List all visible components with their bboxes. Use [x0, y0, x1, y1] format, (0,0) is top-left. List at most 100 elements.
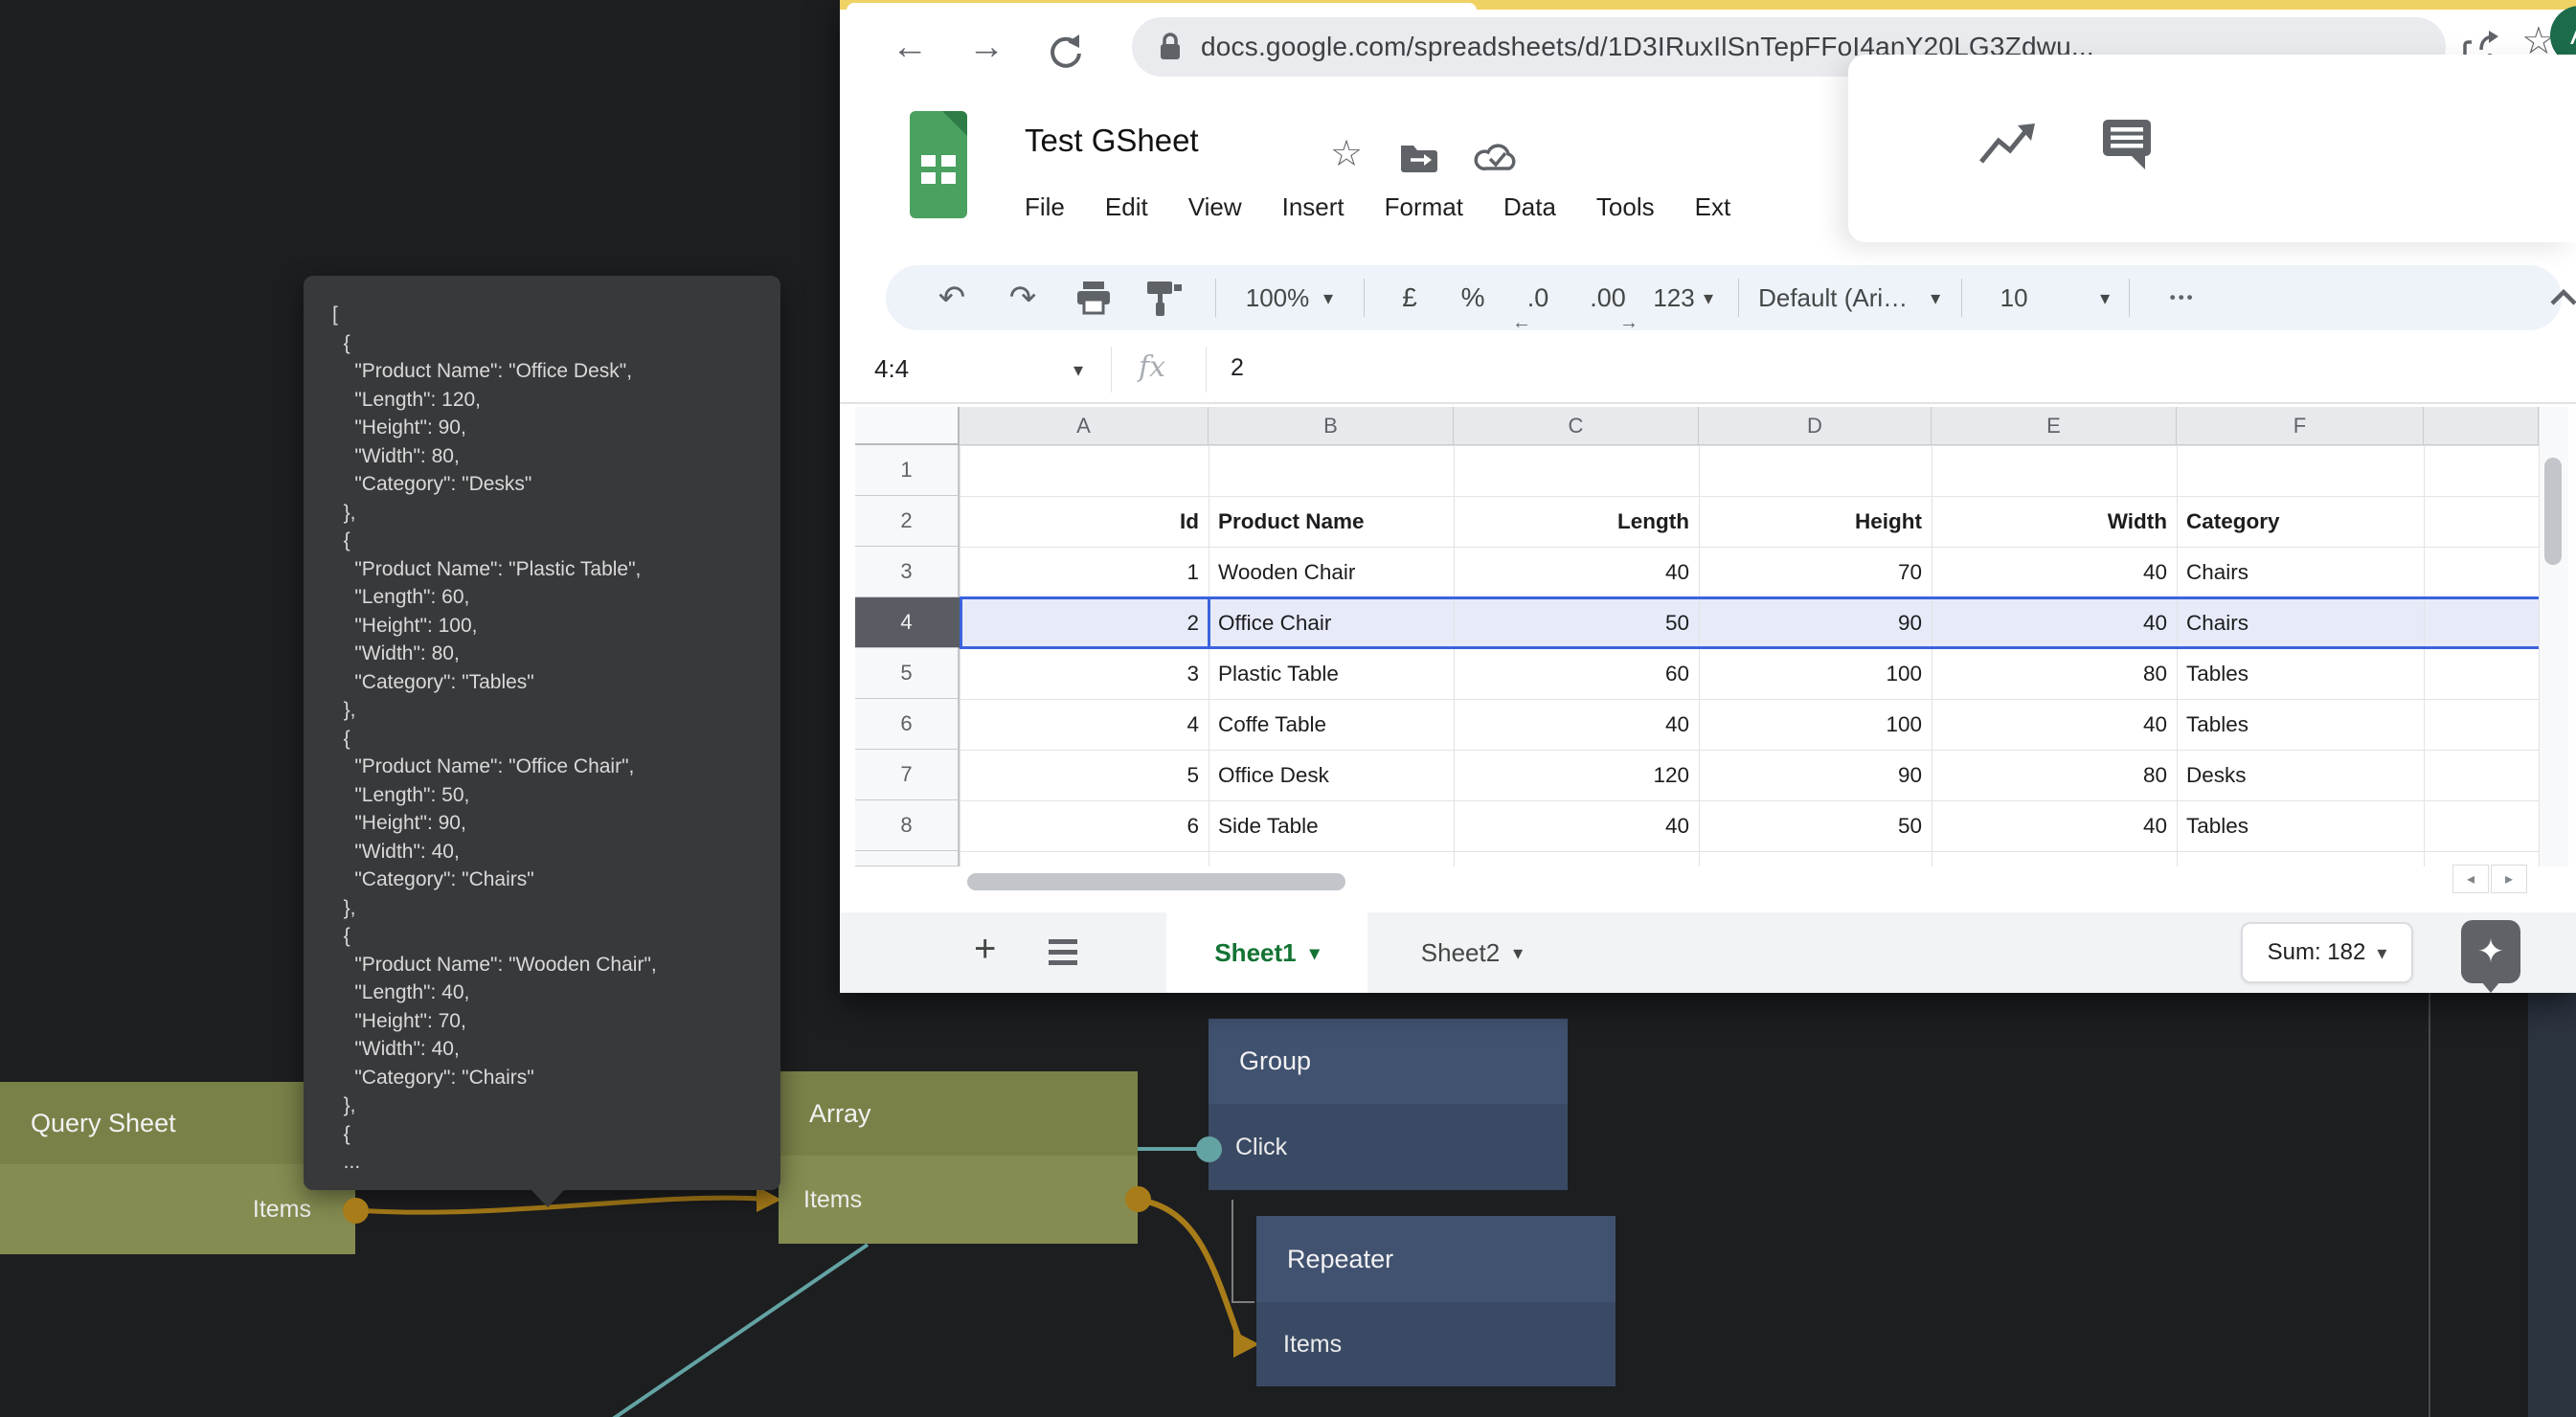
- all-sheets-icon[interactable]: [1049, 937, 1077, 968]
- json-line: "Category": "Chairs": [332, 1064, 780, 1092]
- cell-E8[interactable]: 40: [1932, 800, 2177, 851]
- json-line: {: [332, 922, 780, 951]
- cell-B3[interactable]: Wooden Chair: [1209, 547, 1454, 597]
- cell-D3[interactable]: 70: [1699, 547, 1932, 597]
- json-line: "Category": "Desks": [332, 470, 780, 499]
- cell-A2[interactable]: Id: [960, 496, 1209, 547]
- cell-F2[interactable]: Category: [2177, 496, 2424, 547]
- grid-corner-box[interactable]: [855, 407, 960, 445]
- scroll-right-button[interactable]: ▸: [2491, 865, 2527, 893]
- row-header-1[interactable]: 1: [855, 445, 960, 496]
- cell-B8[interactable]: Side Table: [1209, 800, 1454, 851]
- add-sheet-icon[interactable]: +: [974, 928, 996, 971]
- cell-D6[interactable]: 100: [1699, 699, 1932, 750]
- cell-A7[interactable]: 5: [960, 750, 1209, 800]
- gridline-h: [960, 851, 2539, 852]
- cell-B7[interactable]: Office Desk: [1209, 750, 1454, 800]
- cell-B4[interactable]: Office Chair: [1209, 597, 1454, 648]
- cell-A6[interactable]: 4: [960, 699, 1209, 750]
- cell-A3[interactable]: 1: [960, 547, 1209, 597]
- row-header-2[interactable]: 2: [855, 496, 960, 547]
- gridline-v: [2424, 445, 2425, 866]
- comments-icon[interactable]: [2099, 116, 2155, 173]
- group-click-port[interactable]: [1196, 1136, 1222, 1162]
- tab-sheet2[interactable]: Sheet2 ▾: [1390, 912, 1553, 993]
- row-header-4[interactable]: 4: [855, 597, 960, 648]
- json-line: "Length": 50,: [332, 781, 780, 810]
- cell-F5[interactable]: Tables: [2177, 648, 2424, 699]
- vertical-scrollbar[interactable]: [2544, 458, 2562, 565]
- json-line: {: [332, 329, 780, 358]
- sum-caret-icon: ▾: [2377, 941, 2386, 965]
- cell-F8[interactable]: Tables: [2177, 800, 2424, 851]
- cell-D2[interactable]: Height: [1699, 496, 1932, 547]
- column-header-D[interactable]: D: [1699, 407, 1932, 445]
- column-header-C[interactable]: C: [1454, 407, 1699, 445]
- json-data-tooltip: [ { "Product Name": "Office Desk", "Leng…: [304, 276, 780, 1190]
- node-repeater-items-row: Items: [1256, 1302, 1616, 1386]
- json-line: },: [332, 499, 780, 528]
- cell-E4[interactable]: 40: [1932, 597, 2177, 648]
- cell-C8[interactable]: 40: [1454, 800, 1699, 851]
- column-header-F[interactable]: F: [2177, 407, 2424, 445]
- node-array[interactable]: Array Items: [779, 1071, 1138, 1244]
- node-query-sheet-items-row: Items: [0, 1164, 355, 1254]
- cell-E6[interactable]: 40: [1932, 699, 2177, 750]
- cell-E3[interactable]: 40: [1932, 547, 2177, 597]
- scroll-left-button[interactable]: ◂: [2452, 865, 2489, 893]
- cell-C5[interactable]: 60: [1454, 648, 1699, 699]
- node-group-click-row: Click: [1209, 1104, 1568, 1190]
- cell-E5[interactable]: 80: [1932, 648, 2177, 699]
- cell-C6[interactable]: 40: [1454, 699, 1699, 750]
- column-header-partial[interactable]: [2424, 407, 2539, 445]
- column-header-B[interactable]: B: [1209, 407, 1454, 445]
- json-line: "Height": 70,: [332, 1007, 780, 1036]
- row-header-8[interactable]: 8: [855, 800, 960, 851]
- cell-B2[interactable]: Product Name: [1209, 496, 1454, 547]
- cell-F6[interactable]: Tables: [2177, 699, 2424, 750]
- sheet-history-trend-icon[interactable]: [1977, 120, 2039, 169]
- sum-indicator[interactable]: Sum: 182 ▾: [2241, 922, 2413, 983]
- cell-D8[interactable]: 50: [1699, 800, 1932, 851]
- cell-C4[interactable]: 50: [1454, 597, 1699, 648]
- cell-D7[interactable]: 90: [1699, 750, 1932, 800]
- row-header-7[interactable]: 7: [855, 750, 960, 800]
- tab-sheet1-caret-icon: ▾: [1310, 941, 1320, 965]
- json-line: "Width": 80,: [332, 640, 780, 668]
- cell-C7[interactable]: 120: [1454, 750, 1699, 800]
- node-query-sheet[interactable]: Query Sheet Items: [0, 1082, 355, 1254]
- tab-sheet1[interactable]: Sheet1 ▾: [1166, 912, 1367, 993]
- node-repeater[interactable]: Repeater Items: [1256, 1216, 1616, 1386]
- query-sheet-items-port[interactable]: [343, 1198, 369, 1224]
- json-line: "Width": 40,: [332, 838, 780, 866]
- column-header-A[interactable]: A: [960, 407, 1209, 445]
- cell-F7[interactable]: Desks: [2177, 750, 2424, 800]
- node-group[interactable]: Group Click: [1209, 1019, 1568, 1190]
- cell-A5[interactable]: 3: [960, 648, 1209, 699]
- cell-B6[interactable]: Coffe Table: [1209, 699, 1454, 750]
- row-header-6[interactable]: 6: [855, 699, 960, 750]
- editor-side-strip: [2528, 993, 2576, 1417]
- json-line: "Product Name": "Office Desk",: [332, 357, 780, 386]
- cell-D4[interactable]: 90: [1699, 597, 1932, 648]
- cell-E7[interactable]: 80: [1932, 750, 2177, 800]
- gold-arrowhead-repeater-input: [1233, 1331, 1259, 1358]
- row-header-5[interactable]: 5: [855, 648, 960, 699]
- cell-F3[interactable]: Chairs: [2177, 547, 2424, 597]
- cell-F4[interactable]: Chairs: [2177, 597, 2424, 648]
- explore-button[interactable]: ✦: [2461, 920, 2520, 983]
- node-array-items-row: Items: [779, 1156, 1138, 1244]
- cell-D5[interactable]: 100: [1699, 648, 1932, 699]
- cell-E2[interactable]: Width: [1932, 496, 2177, 547]
- cell-C3[interactable]: 40: [1454, 547, 1699, 597]
- node-query-sheet-title: Query Sheet: [0, 1082, 355, 1164]
- explore-button-tail: [2481, 981, 2500, 993]
- column-header-E[interactable]: E: [1932, 407, 2177, 445]
- array-items-output-port[interactable]: [1125, 1186, 1151, 1212]
- row-header-3[interactable]: 3: [855, 547, 960, 597]
- horizontal-scrollbar[interactable]: [967, 873, 1345, 890]
- cell-C2[interactable]: Length: [1454, 496, 1699, 547]
- cell-B5[interactable]: Plastic Table: [1209, 648, 1454, 699]
- cell-A8[interactable]: 6: [960, 800, 1209, 851]
- json-line: },: [332, 696, 780, 725]
